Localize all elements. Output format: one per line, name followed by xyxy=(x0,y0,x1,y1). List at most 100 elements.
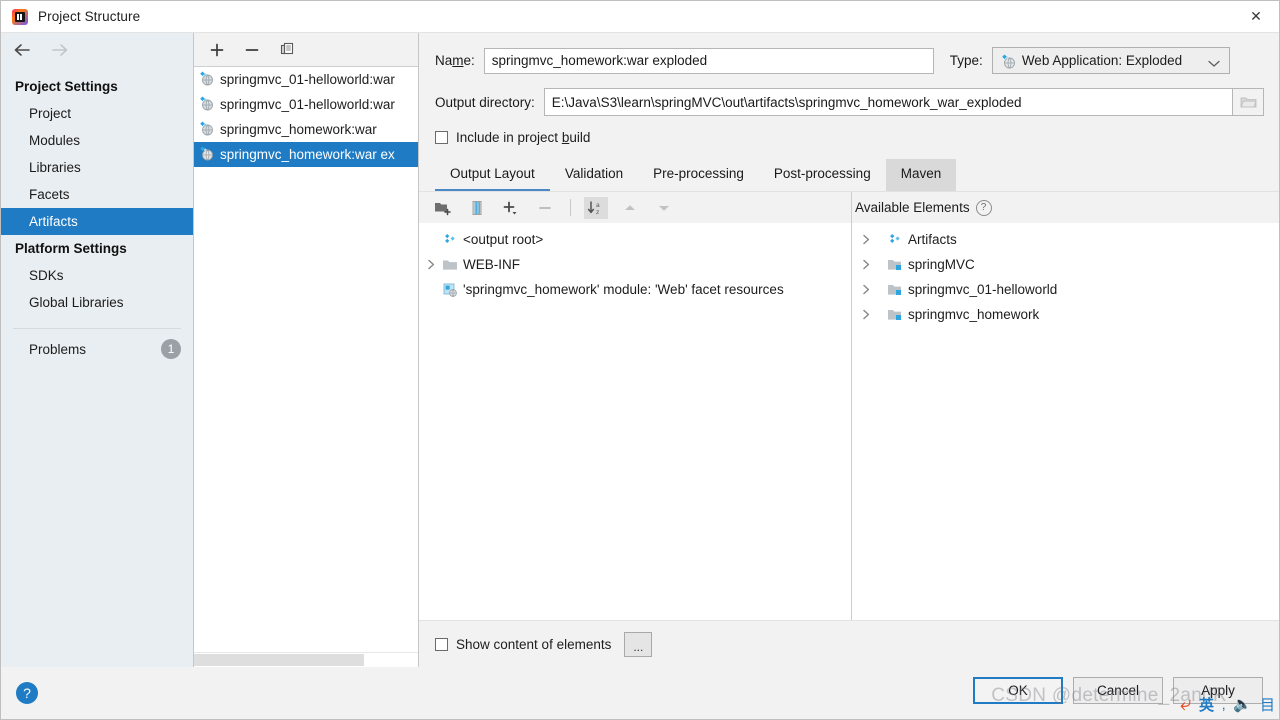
help-icon[interactable]: ? xyxy=(16,682,38,704)
list-item[interactable]: springmvc_01-helloworld:war xyxy=(194,67,418,92)
list-item[interactable]: springmvc_homework:war ex xyxy=(194,142,418,167)
tree-node-output-root[interactable]: <output root> xyxy=(419,227,851,252)
title-bar: Project Structure ✕ xyxy=(1,1,1279,33)
tree-node-web-inf[interactable]: WEB-INF xyxy=(419,252,851,277)
artifacts-list[interactable]: springmvc_01-helloworld:war springmvc_01… xyxy=(194,67,418,652)
artifact-form: Name: springmvc_homework:war exploded Ty… xyxy=(419,33,1279,145)
list-item-label: springmvc_homework:war xyxy=(220,122,377,137)
tree-node-artifacts[interactable]: Artifacts xyxy=(852,227,1279,252)
facet-resources-icon xyxy=(440,282,460,298)
svg-text:a: a xyxy=(596,202,600,209)
arrow-left-icon[interactable] xyxy=(11,41,33,59)
chevron-down-icon xyxy=(1208,56,1220,71)
include-in-build-label: Include in project build xyxy=(456,130,591,145)
sidebar-group-platform-settings: Platform Settings xyxy=(15,241,127,256)
module-icon xyxy=(885,283,905,297)
question-mark-icon[interactable]: ? xyxy=(975,199,992,216)
ok-button[interactable]: OK xyxy=(973,677,1063,704)
tab-post-processing[interactable]: Post-processing xyxy=(759,159,886,191)
available-elements-panel: Available Elements ? Artifacts springMVC… xyxy=(852,192,1279,620)
artifact-name-input[interactable]: springmvc_homework:war exploded xyxy=(483,47,934,74)
remove-artifact-icon[interactable] xyxy=(243,41,261,59)
show-content-options-button[interactable]: ... xyxy=(624,631,653,657)
tree-node-label: Artifacts xyxy=(908,232,957,247)
tab-output-layout[interactable]: Output Layout xyxy=(435,159,550,191)
sort-az-icon[interactable]: a z xyxy=(584,196,608,219)
tree-node-springmvc-homework[interactable]: springmvc_homework xyxy=(852,302,1279,327)
list-item[interactable]: springmvc_01-helloworld:war xyxy=(194,92,418,117)
list-item-label: springmvc_01-helloworld:war xyxy=(220,72,395,87)
show-content-row: Show content of elements ... xyxy=(419,620,1279,667)
window-title: Project Structure xyxy=(38,9,141,24)
toolbar-divider xyxy=(570,199,571,216)
dialog-footer: ? OK Cancel Apply xyxy=(1,667,1279,719)
output-directory-input[interactable]: E:\Java\S3\learn\springMVC\out\artifacts… xyxy=(543,88,1264,116)
folder-open-icon[interactable] xyxy=(1232,89,1263,115)
chevron-right-icon[interactable] xyxy=(858,309,875,320)
output-layout-tree[interactable]: <output root> WEB-INF 'springmvc_homewor… xyxy=(419,223,851,620)
sidebar-item-sdks[interactable]: SDKs xyxy=(1,262,193,289)
list-item[interactable]: springmvc_homework:war xyxy=(194,117,418,142)
sidebar-items: Project Settings Project Modules Librari… xyxy=(1,67,193,667)
available-elements-tree[interactable]: Artifacts springMVC springmvc_01-hellowo… xyxy=(852,223,1279,620)
sidebar-group-project-settings: Project Settings xyxy=(15,79,118,94)
artifact-icon xyxy=(885,232,905,247)
artifact-type-value: Web Application: Exploded xyxy=(1021,53,1183,68)
tree-node-springmvc[interactable]: springMVC xyxy=(852,252,1279,277)
available-elements-header: Available Elements ? xyxy=(852,192,1279,223)
tab-pre-processing[interactable]: Pre-processing xyxy=(638,159,759,191)
add-element-icon[interactable] xyxy=(499,197,523,219)
tab-validation[interactable]: Validation xyxy=(550,159,638,191)
show-content-checkbox[interactable] xyxy=(435,637,448,651)
layout-panes: a z <output root> WEB-INF 'springmvc_hom… xyxy=(419,191,1279,620)
sidebar-item-problems[interactable]: Problems 1 xyxy=(1,329,193,364)
artifact-war-exploded-icon xyxy=(198,145,214,164)
tree-node-label: springMVC xyxy=(908,257,975,272)
tab-maven[interactable]: Maven xyxy=(885,159,957,191)
chevron-right-icon[interactable] xyxy=(858,259,875,270)
include-in-build-row[interactable]: Include in project build xyxy=(435,130,1264,145)
copy-artifact-icon[interactable] xyxy=(278,41,296,59)
add-archive-icon[interactable] xyxy=(465,197,489,219)
show-content-label: Show content of elements xyxy=(456,636,612,652)
dialog-buttons: OK Cancel Apply xyxy=(973,677,1263,704)
artifact-war-exploded-icon xyxy=(1000,53,1016,69)
name-label: Name: xyxy=(435,53,475,68)
output-directory-value: E:\Java\S3\learn\springMVC\out\artifacts… xyxy=(551,94,1022,110)
output-layout-panel: a z <output root> WEB-INF 'springmvc_hom… xyxy=(419,192,852,620)
sidebar-item-global-libraries[interactable]: Global Libraries xyxy=(1,289,193,316)
sidebar-item-problems-label: Problems xyxy=(29,341,87,357)
sidebar-item-facets[interactable]: Facets xyxy=(1,181,193,208)
add-artifact-icon[interactable] xyxy=(208,41,226,59)
artifact-tabs: Output Layout Validation Pre-processing … xyxy=(419,159,1279,191)
sidebar-item-artifacts[interactable]: Artifacts xyxy=(1,208,193,235)
output-directory-row: Output directory: E:\Java\S3\learn\sprin… xyxy=(435,88,1264,116)
scrollbar-thumb[interactable] xyxy=(194,654,364,666)
sidebar-item-libraries[interactable]: Libraries xyxy=(1,154,193,181)
chevron-right-icon[interactable] xyxy=(423,259,440,270)
tree-node-label: <output root> xyxy=(463,232,544,247)
close-icon[interactable]: ✕ xyxy=(1233,1,1279,32)
module-icon xyxy=(885,258,905,272)
sidebar-item-project[interactable]: Project xyxy=(1,100,193,127)
problems-count-badge: 1 xyxy=(161,339,181,359)
list-item-label: springmvc_homework:war ex xyxy=(220,147,395,162)
tree-node-springmvc-01-helloworld[interactable]: springmvc_01-helloworld xyxy=(852,277,1279,302)
chevron-right-icon[interactable] xyxy=(858,234,875,245)
include-in-build-checkbox[interactable] xyxy=(435,131,448,144)
apply-button[interactable]: Apply xyxy=(1173,677,1263,704)
artifacts-toolbar xyxy=(194,33,418,67)
add-directory-icon[interactable] xyxy=(431,197,455,219)
tree-node-facet-resources[interactable]: 'springmvc_homework' module: 'Web' facet… xyxy=(419,277,851,302)
chevron-right-icon[interactable] xyxy=(858,284,875,295)
cancel-button[interactable]: Cancel xyxy=(1073,677,1163,704)
artifact-editor: Name: springmvc_homework:war exploded Ty… xyxy=(419,33,1279,667)
artifact-type-dropdown[interactable]: Web Application: Exploded xyxy=(991,47,1230,74)
project-structure-dialog: Project Structure ✕ Project Settings Pro… xyxy=(0,0,1280,720)
artifacts-horizontal-scrollbar[interactable] xyxy=(194,652,418,667)
name-row: Name: springmvc_homework:war exploded Ty… xyxy=(435,47,1264,74)
artifact-war-icon xyxy=(198,95,214,114)
artifact-war-icon xyxy=(198,70,214,89)
output-directory-label: Output directory: xyxy=(435,94,535,110)
sidebar-item-modules[interactable]: Modules xyxy=(1,127,193,154)
